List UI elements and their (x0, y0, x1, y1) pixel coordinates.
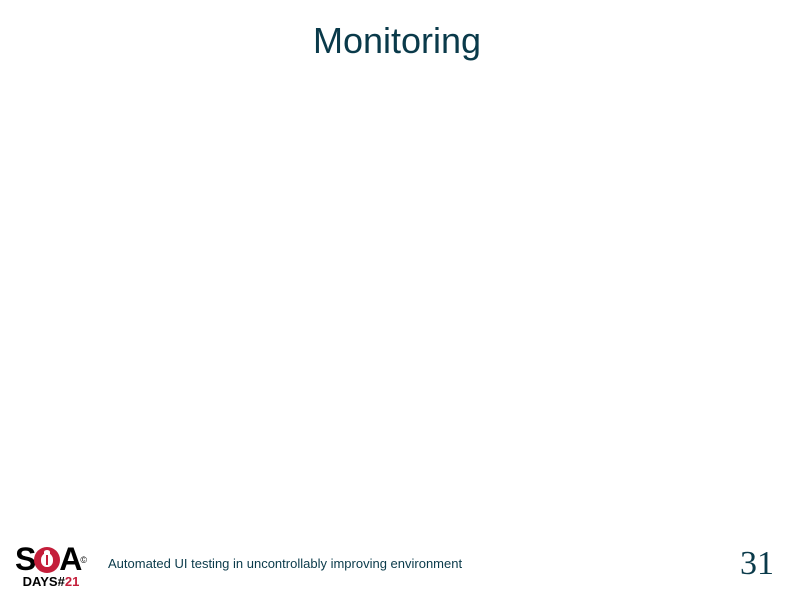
slide-page-number: 31 (740, 545, 774, 583)
logo-trademark-icon: © (80, 555, 87, 565)
logo-top-row: S A © (15, 541, 87, 578)
logo-letter-a: A (59, 541, 81, 578)
logo-bug-icon (34, 547, 60, 573)
footer-presentation-title: Automated UI testing in uncontrollably i… (108, 556, 462, 571)
slide-title: Monitoring (0, 20, 794, 62)
logo-letter-s: S (15, 541, 35, 578)
sqa-days-logo: S A © DAYS#21 (6, 539, 96, 591)
slide-footer: S A © DAYS#21 Automated UI testing in un… (0, 535, 794, 595)
